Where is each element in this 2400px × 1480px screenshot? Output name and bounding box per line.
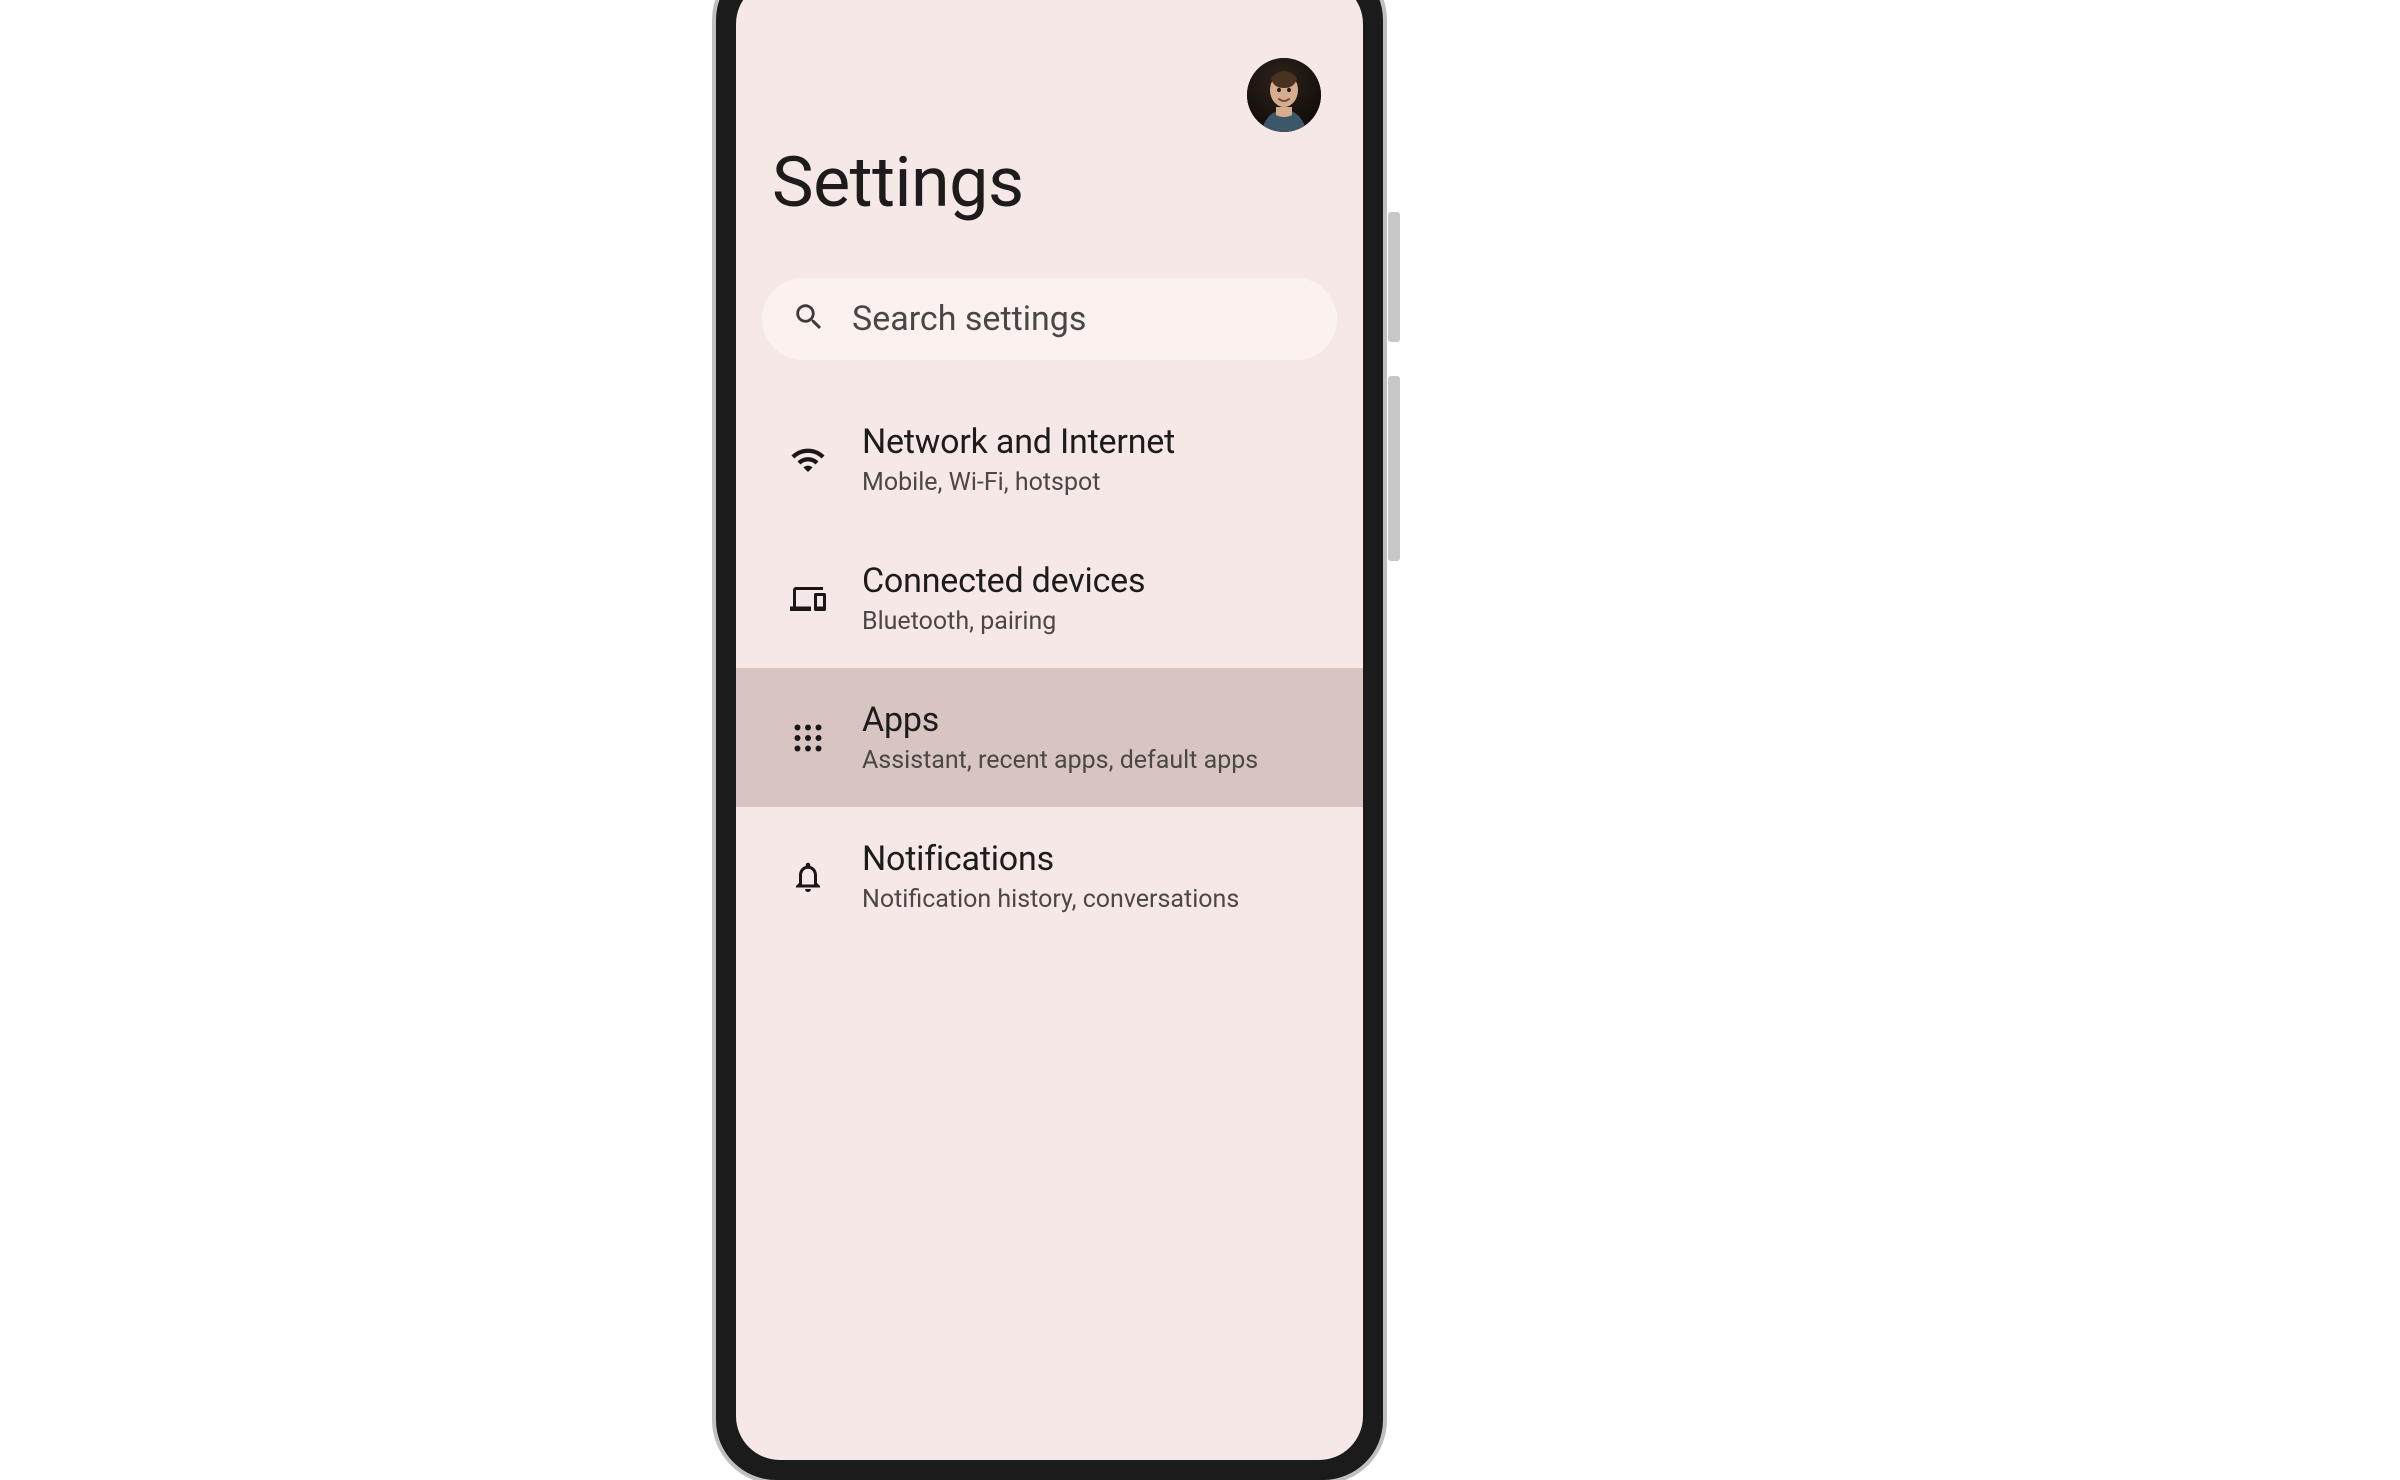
list-item-text: Notifications Notification history, conv… xyxy=(862,839,1239,914)
item-title: Notifications xyxy=(862,839,1239,879)
item-title: Apps xyxy=(862,700,1258,740)
settings-item-network[interactable]: Network and Internet Mobile, Wi-Fi, hots… xyxy=(736,390,1363,529)
item-title: Network and Internet xyxy=(862,422,1175,462)
search-input[interactable]: Search settings xyxy=(762,278,1337,360)
item-subtitle: Mobile, Wi-Fi, hotspot xyxy=(862,468,1175,497)
phone-side-button xyxy=(1388,212,1400,342)
page-title: Settings xyxy=(772,142,1327,224)
apps-icon xyxy=(786,716,830,760)
search-icon xyxy=(792,300,826,338)
settings-list: Network and Internet Mobile, Wi-Fi, hots… xyxy=(736,390,1363,946)
item-title: Connected devices xyxy=(862,561,1145,601)
search-wrap: Search settings xyxy=(736,234,1363,360)
devices-icon xyxy=(786,577,830,621)
phone-side-button xyxy=(1388,376,1400,561)
settings-item-connected-devices[interactable]: Connected devices Bluetooth, pairing xyxy=(736,529,1363,668)
notifications-icon xyxy=(786,855,830,899)
search-placeholder: Search settings xyxy=(852,299,1086,339)
header: Settings xyxy=(736,0,1363,234)
settings-item-notifications[interactable]: Notifications Notification history, conv… xyxy=(736,807,1363,946)
item-subtitle: Notification history, conversations xyxy=(862,885,1239,914)
settings-item-apps[interactable]: Apps Assistant, recent apps, default app… xyxy=(736,668,1363,807)
avatar[interactable] xyxy=(1247,58,1321,132)
phone-screen: Settings Search settings Network and Int… xyxy=(736,0,1363,1460)
item-subtitle: Bluetooth, pairing xyxy=(862,607,1145,636)
phone-frame: Settings Search settings Network and Int… xyxy=(716,0,1383,1480)
list-item-text: Connected devices Bluetooth, pairing xyxy=(862,561,1145,636)
wifi-icon xyxy=(786,438,830,482)
item-subtitle: Assistant, recent apps, default apps xyxy=(862,746,1258,775)
list-item-text: Apps Assistant, recent apps, default app… xyxy=(862,700,1258,775)
list-item-text: Network and Internet Mobile, Wi-Fi, hots… xyxy=(862,422,1175,497)
